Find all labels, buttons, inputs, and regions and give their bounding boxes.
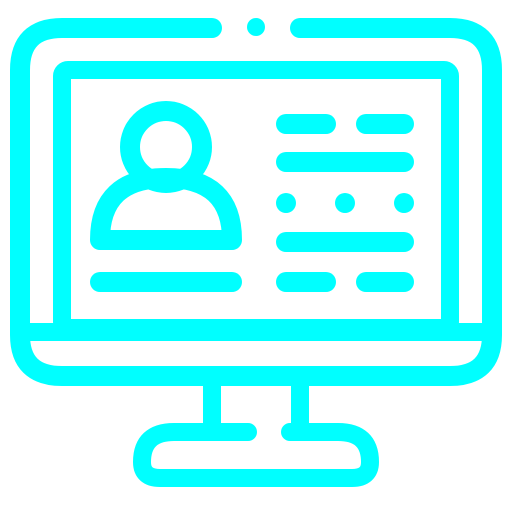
avatar-body-icon <box>90 168 242 250</box>
info-dot-2 <box>335 193 355 213</box>
info-dot-3 <box>394 193 414 213</box>
camera-dot <box>247 18 265 36</box>
info-dot-1 <box>276 193 296 213</box>
computer-profile-icon <box>0 0 512 512</box>
stand-base <box>133 423 379 487</box>
monitor-illustration <box>10 18 502 487</box>
